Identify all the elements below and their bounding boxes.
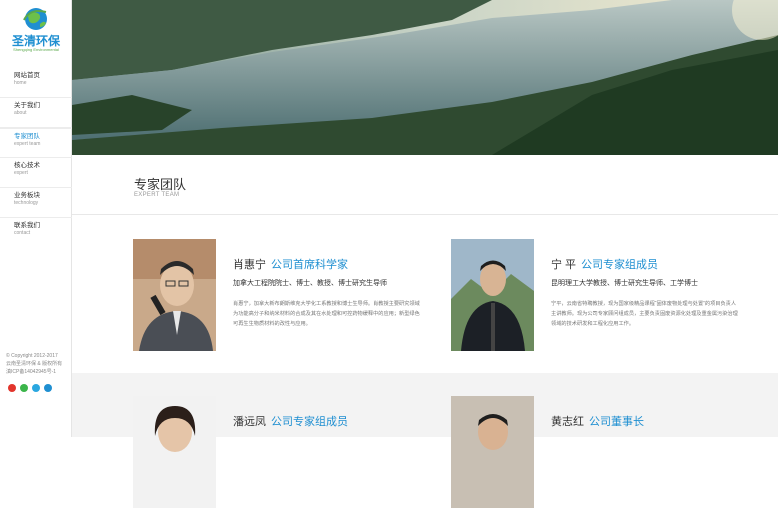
expert-description: 肖惠宁，加拿大新布朗斯维克大学化工系教授和博士生导师。肖教授主要研究领域为功能高… [233, 301, 420, 327]
expert-card[interactable]: 潘远凤 公司专家组成员 [133, 396, 433, 526]
expert-card[interactable]: 宁 平公司专家组成员 昆明理工大学教授、博士研究生导师、工学博士 宁平，云南省特… [451, 239, 751, 369]
expert-name-line: 宁 平公司专家组成员 [551, 256, 658, 272]
wechat-icon[interactable] [20, 384, 28, 392]
nav-label: 关于我们 [14, 102, 40, 109]
logo[interactable]: 圣清环保 Shengqing Environmental [6, 6, 66, 52]
copyright: © Copyright 2012-2017 云南圣清环保 & 版权所有 滇ICP… [6, 352, 70, 376]
expert-role: 公司董事长 [589, 416, 644, 428]
expert-photo [133, 396, 216, 508]
expert-list: 肖惠宁 公司首席科学家 加拿大工程院院士、博士、教授、博士研究生导师 肖惠宁，加拿… [72, 215, 778, 508]
nav-item-core-tech[interactable]: 核心技术 expert [0, 158, 72, 188]
nav-sublabel: contact [14, 230, 31, 236]
nav-label: 业务板块 [14, 192, 40, 199]
nav-item-contact[interactable]: 联系我们 contact [0, 218, 72, 248]
expert-photo [133, 239, 216, 351]
weibo-icon[interactable] [8, 384, 16, 392]
nav-item-about[interactable]: 关于我们 about [0, 98, 72, 128]
nav-sublabel: expert [14, 170, 28, 176]
copyright-line: © Copyright 2012-2017 [6, 353, 58, 359]
expert-name: 潘远凤 [233, 416, 266, 428]
expert-title: 昆明理工大学教授、博士研究生导师、工学博士 [551, 280, 698, 287]
nav-label: 联系我们 [14, 222, 40, 229]
expert-photo [451, 396, 534, 508]
icp-line[interactable]: 滇ICP备14042945号-1 [6, 368, 70, 376]
nav-sublabel: about [14, 110, 27, 116]
nav-item-home[interactable]: 网站首页 home [0, 68, 72, 98]
expert-card[interactable]: 肖惠宁 公司首席科学家 加拿大工程院院士、博士、教授、博士研究生导师 肖惠宁，加拿… [133, 239, 433, 369]
expert-name: 肖惠宁 [233, 259, 266, 271]
nav-sublabel: expert team [14, 141, 41, 147]
section-subtitle: EXPERT TEAM [134, 192, 180, 198]
sidebar: 圣清环保 Shengqing Environmental 网站首页 home 关… [0, 0, 72, 437]
landscape-image [72, 0, 778, 155]
logo-subtext: Shengqing Environmental [13, 47, 59, 52]
section-title: 专家团队 [134, 177, 187, 192]
nav-sublabel: technology [14, 200, 39, 206]
expert-name: 黄志红 [551, 416, 584, 428]
expert-card[interactable]: 黄志红 公司董事长 [451, 396, 751, 526]
expert-role: 公司首席科学家 [271, 259, 348, 271]
email-icon[interactable] [44, 384, 52, 392]
nav-label: 核心技术 [14, 162, 40, 169]
nav-sublabel: home [14, 80, 27, 86]
expert-photo [451, 239, 534, 351]
nav-item-business[interactable]: 业务板块 technology [0, 188, 72, 218]
expert-description: 宁平，云南省特聘教授，现为国家级精品课程“固体废物处理与处置”的项目负责人主讲教… [551, 301, 738, 327]
nav-label: 网站首页 [14, 72, 40, 79]
expert-name-line: 黄志红 公司董事长 [551, 413, 644, 429]
section-header: 专家团队 EXPERT TEAM [72, 155, 778, 215]
expert-role: 公司专家组成员 [581, 259, 659, 271]
expert-name: 宁 平 [551, 259, 577, 271]
expert-role: 公司专家组成员 [271, 416, 348, 428]
nav-item-expert-team[interactable]: 专家团队 expert team [0, 128, 72, 158]
hero-banner [72, 0, 778, 155]
expert-name-line: 潘远凤 公司专家组成员 [233, 413, 348, 429]
social-links [8, 384, 52, 392]
company-line: 云南圣清环保 & 版权所有 [6, 361, 63, 367]
expert-name-line: 肖惠宁 公司首席科学家 [233, 256, 348, 272]
nav-label: 专家团队 [14, 133, 40, 140]
expert-title: 加拿大工程院院士、博士、教授、博士研究生导师 [233, 280, 387, 287]
qq-icon[interactable] [32, 384, 40, 392]
